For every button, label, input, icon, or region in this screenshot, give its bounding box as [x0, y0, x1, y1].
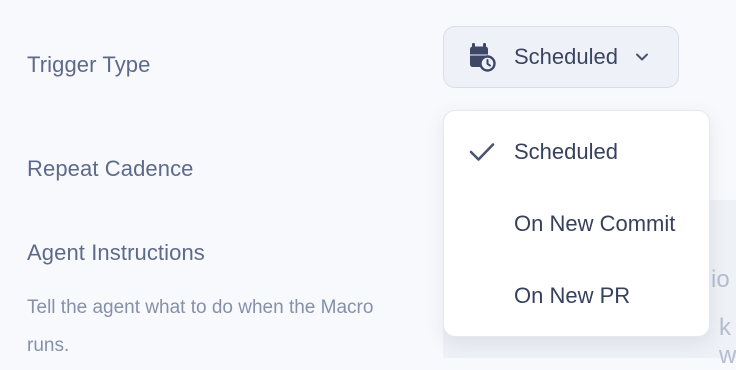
agent-instructions-label: Agent Instructions: [27, 240, 205, 265]
trigger-type-label: Trigger Type: [27, 52, 151, 77]
chevron-down-icon: [618, 52, 649, 62]
repeat-cadence-label: Repeat Cadence: [27, 156, 194, 181]
calendar-clock-icon: [468, 42, 496, 72]
check-icon: [469, 143, 495, 161]
option-on-new-pr[interactable]: On New PR: [444, 266, 709, 326]
option-label: On New PR: [514, 283, 631, 308]
textarea-text-fragment: k w: [719, 314, 736, 369]
option-label: On New Commit: [514, 211, 676, 236]
option-scheduled[interactable]: Scheduled: [444, 122, 709, 182]
textarea-text-fragment: io: [711, 266, 730, 293]
trigger-type-dropdown: Scheduled On New Commit On New PR: [443, 110, 710, 337]
selected-trigger-value: Scheduled: [514, 44, 618, 69]
option-on-new-commit[interactable]: On New Commit: [444, 194, 709, 254]
option-label: Scheduled: [514, 139, 618, 164]
agent-instructions-description: Tell the agent what to do when the Macro…: [27, 297, 374, 356]
trigger-type-select[interactable]: Scheduled: [443, 26, 679, 88]
